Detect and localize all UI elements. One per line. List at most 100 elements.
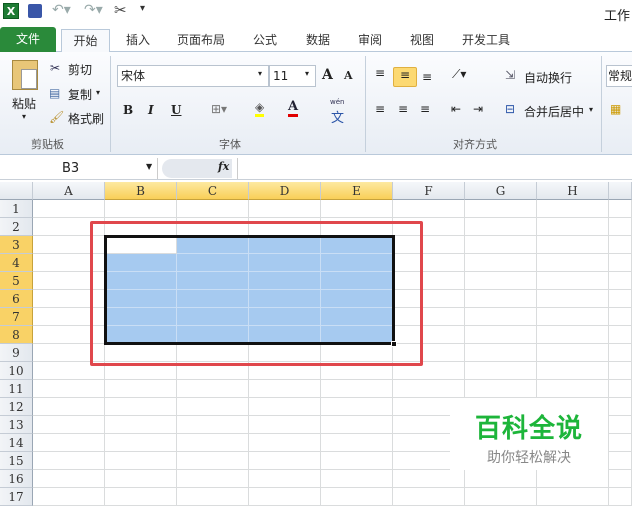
column-header-f[interactable]: F bbox=[393, 182, 465, 200]
copy-button[interactable]: 复制 bbox=[68, 86, 92, 103]
format-painter-button[interactable]: 格式刷 bbox=[68, 110, 104, 127]
grow-font-button[interactable]: A bbox=[322, 67, 333, 83]
undo-icon[interactable]: ↶▾ bbox=[52, 2, 71, 18]
cell[interactable] bbox=[105, 452, 177, 470]
align-bottom-icon[interactable]: ≡ bbox=[422, 70, 432, 84]
cell[interactable] bbox=[33, 416, 105, 434]
cell[interactable] bbox=[537, 344, 609, 362]
merge-dropdown-icon[interactable]: ▾ bbox=[589, 105, 593, 114]
tab-insert[interactable]: 插入 bbox=[118, 29, 158, 52]
cell[interactable] bbox=[177, 380, 249, 398]
align-center-icon[interactable]: ≡ bbox=[398, 102, 408, 116]
cell[interactable] bbox=[393, 200, 465, 218]
tab-page-layout[interactable]: 页面布局 bbox=[170, 29, 232, 52]
cell[interactable] bbox=[465, 308, 537, 326]
column-header-e[interactable]: E bbox=[321, 182, 393, 200]
cell[interactable] bbox=[105, 380, 177, 398]
column-header-g[interactable]: G bbox=[465, 182, 537, 200]
cell[interactable] bbox=[33, 434, 105, 452]
cell[interactable] bbox=[105, 470, 177, 488]
copy-dropdown-icon[interactable]: ▾ bbox=[96, 88, 100, 97]
formula-input[interactable] bbox=[237, 158, 632, 179]
cell[interactable] bbox=[609, 434, 632, 452]
cell[interactable] bbox=[321, 380, 393, 398]
bold-button[interactable]: B bbox=[123, 103, 133, 117]
cell[interactable] bbox=[321, 416, 393, 434]
cell[interactable] bbox=[609, 344, 632, 362]
cell[interactable] bbox=[321, 398, 393, 416]
cell[interactable] bbox=[537, 308, 609, 326]
tab-developer[interactable]: 开发工具 bbox=[455, 29, 517, 52]
cell[interactable] bbox=[465, 326, 537, 344]
row-header-14[interactable]: 14 bbox=[0, 434, 33, 452]
row-header-2[interactable]: 2 bbox=[0, 218, 33, 236]
align-left-icon[interactable]: ≡ bbox=[375, 102, 385, 116]
cell[interactable] bbox=[609, 470, 632, 488]
row-header-5[interactable]: 5 bbox=[0, 272, 33, 290]
cell[interactable] bbox=[321, 470, 393, 488]
cell[interactable] bbox=[177, 200, 249, 218]
font-size-dropdown-icon[interactable]: ▾ bbox=[305, 69, 309, 78]
cell[interactable] bbox=[393, 380, 465, 398]
merge-center-button[interactable]: 合并后居中 bbox=[524, 103, 584, 120]
column-header-d[interactable]: D bbox=[249, 182, 321, 200]
row-header-6[interactable]: 6 bbox=[0, 290, 33, 308]
cell[interactable] bbox=[537, 254, 609, 272]
cell[interactable] bbox=[249, 380, 321, 398]
orientation-icon[interactable]: ⟋▾ bbox=[452, 67, 466, 82]
cell[interactable] bbox=[609, 380, 632, 398]
row-header-3[interactable]: 3 bbox=[0, 236, 33, 254]
cell[interactable] bbox=[105, 416, 177, 434]
tab-data[interactable]: 数据 bbox=[298, 29, 338, 52]
cell[interactable] bbox=[33, 488, 105, 506]
cell[interactable] bbox=[609, 308, 632, 326]
cell[interactable] bbox=[465, 470, 537, 488]
cell[interactable] bbox=[177, 452, 249, 470]
cell[interactable] bbox=[177, 488, 249, 506]
select-all-corner[interactable] bbox=[0, 182, 33, 200]
cell[interactable] bbox=[321, 434, 393, 452]
cell[interactable] bbox=[465, 236, 537, 254]
cell[interactable] bbox=[465, 362, 537, 380]
cell[interactable] bbox=[465, 218, 537, 236]
cell[interactable] bbox=[249, 470, 321, 488]
cell[interactable] bbox=[105, 398, 177, 416]
cell[interactable] bbox=[609, 200, 632, 218]
cell[interactable] bbox=[537, 326, 609, 344]
column-header-b[interactable]: B bbox=[105, 182, 177, 200]
cell[interactable] bbox=[465, 290, 537, 308]
align-top-icon[interactable]: ≡ bbox=[375, 66, 385, 80]
cell[interactable] bbox=[393, 488, 465, 506]
font-color-button[interactable]: A bbox=[288, 99, 299, 117]
tab-formulas[interactable]: 公式 bbox=[245, 29, 285, 52]
cell[interactable] bbox=[609, 218, 632, 236]
cell[interactable] bbox=[537, 290, 609, 308]
name-box[interactable]: B3 bbox=[0, 158, 158, 179]
cell[interactable] bbox=[321, 452, 393, 470]
cell[interactable] bbox=[33, 452, 105, 470]
cell[interactable] bbox=[609, 362, 632, 380]
fill-color-icon[interactable]: ◈ bbox=[255, 100, 265, 117]
column-header-i[interactable] bbox=[609, 182, 632, 200]
cell[interactable] bbox=[465, 380, 537, 398]
row-header-9[interactable]: 9 bbox=[0, 344, 33, 362]
row-header-4[interactable]: 4 bbox=[0, 254, 33, 272]
cell[interactable] bbox=[177, 416, 249, 434]
row-header-1[interactable]: 1 bbox=[0, 200, 33, 218]
column-header-h[interactable]: H bbox=[537, 182, 609, 200]
cell[interactable] bbox=[105, 434, 177, 452]
cell[interactable] bbox=[249, 200, 321, 218]
align-middle-icon[interactable]: ≡ bbox=[393, 67, 417, 87]
cell[interactable] bbox=[465, 254, 537, 272]
increase-indent-icon[interactable]: ⇥ bbox=[473, 102, 483, 116]
cell[interactable] bbox=[321, 200, 393, 218]
phonetic-button[interactable]: 文 bbox=[331, 107, 344, 126]
cell[interactable] bbox=[177, 398, 249, 416]
cell[interactable] bbox=[33, 380, 105, 398]
tab-review[interactable]: 审阅 bbox=[350, 29, 390, 52]
row-header-10[interactable]: 10 bbox=[0, 362, 33, 380]
row-header-15[interactable]: 15 bbox=[0, 452, 33, 470]
cell[interactable] bbox=[393, 470, 465, 488]
cell[interactable] bbox=[537, 272, 609, 290]
cell[interactable] bbox=[537, 236, 609, 254]
